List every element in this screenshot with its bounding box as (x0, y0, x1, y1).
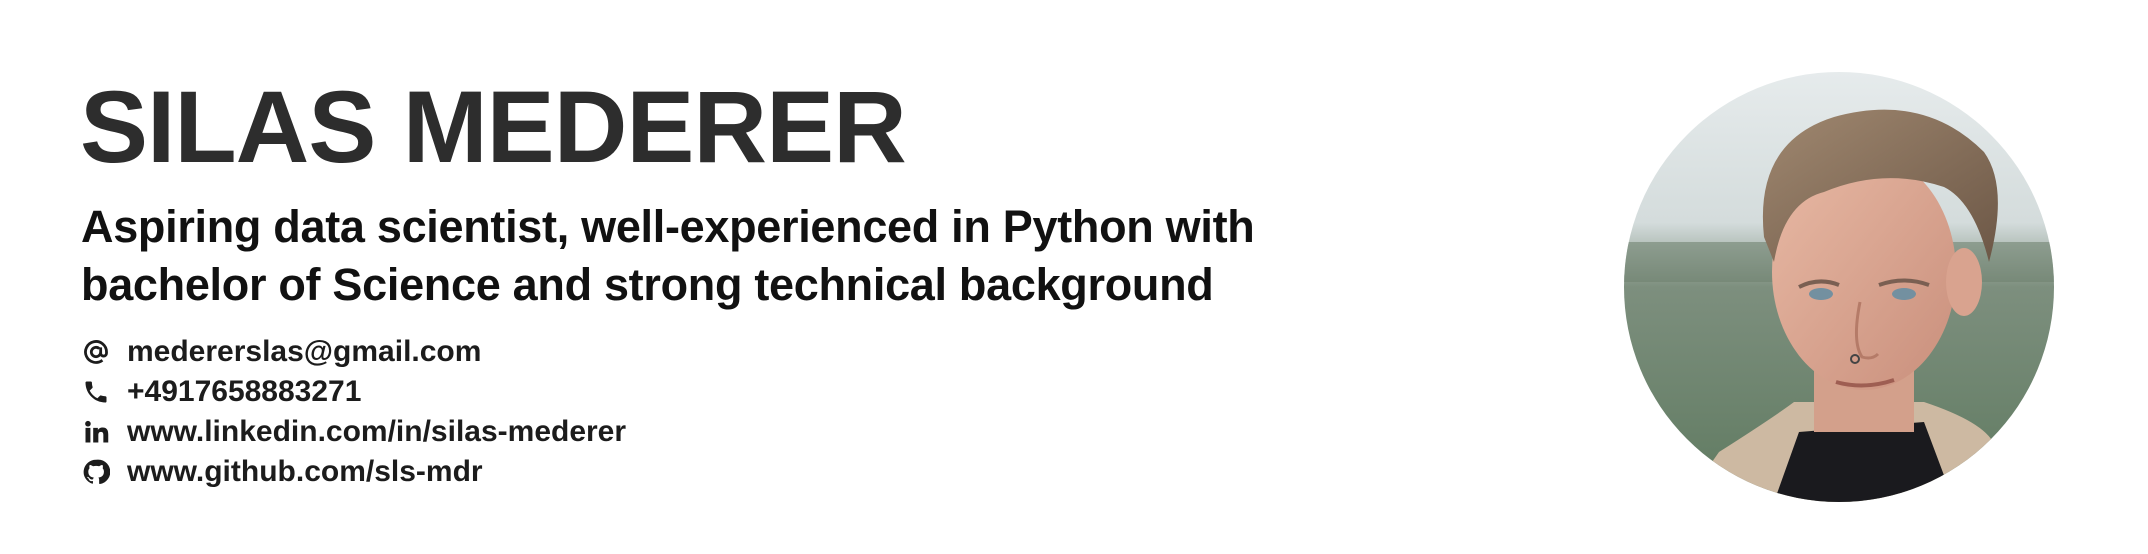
linkedin-link[interactable]: www.linkedin.com/in/silas-mederer (127, 415, 626, 449)
email-link[interactable]: medererslas@gmail.com (127, 335, 481, 369)
tagline-line-2: bachelor of Science and strong technical… (81, 259, 1214, 310)
cv-header: SILAS MEDERER Aspiring data scientist, w… (0, 0, 2148, 554)
contact-github: www.github.com/sls-mdr (81, 452, 626, 492)
contact-list: medererslas@gmail.com +4917658883271 www… (81, 332, 626, 492)
github-icon (81, 457, 111, 487)
phone-link[interactable]: +4917658883271 (127, 375, 361, 409)
profile-photo (1624, 72, 2054, 502)
tagline-line-1: Aspiring data scientist, well-experience… (81, 201, 1255, 252)
github-link[interactable]: www.github.com/sls-mdr (127, 455, 483, 489)
contact-linkedin: www.linkedin.com/in/silas-mederer (81, 412, 626, 452)
tagline: Aspiring data scientist, well-experience… (81, 198, 1381, 314)
at-icon (81, 337, 111, 367)
contact-phone: +4917658883271 (81, 372, 626, 412)
linkedin-icon (81, 417, 111, 447)
phone-icon (81, 377, 111, 407)
person-name: SILAS MEDERER (80, 70, 907, 184)
contact-email: medererslas@gmail.com (81, 332, 626, 372)
